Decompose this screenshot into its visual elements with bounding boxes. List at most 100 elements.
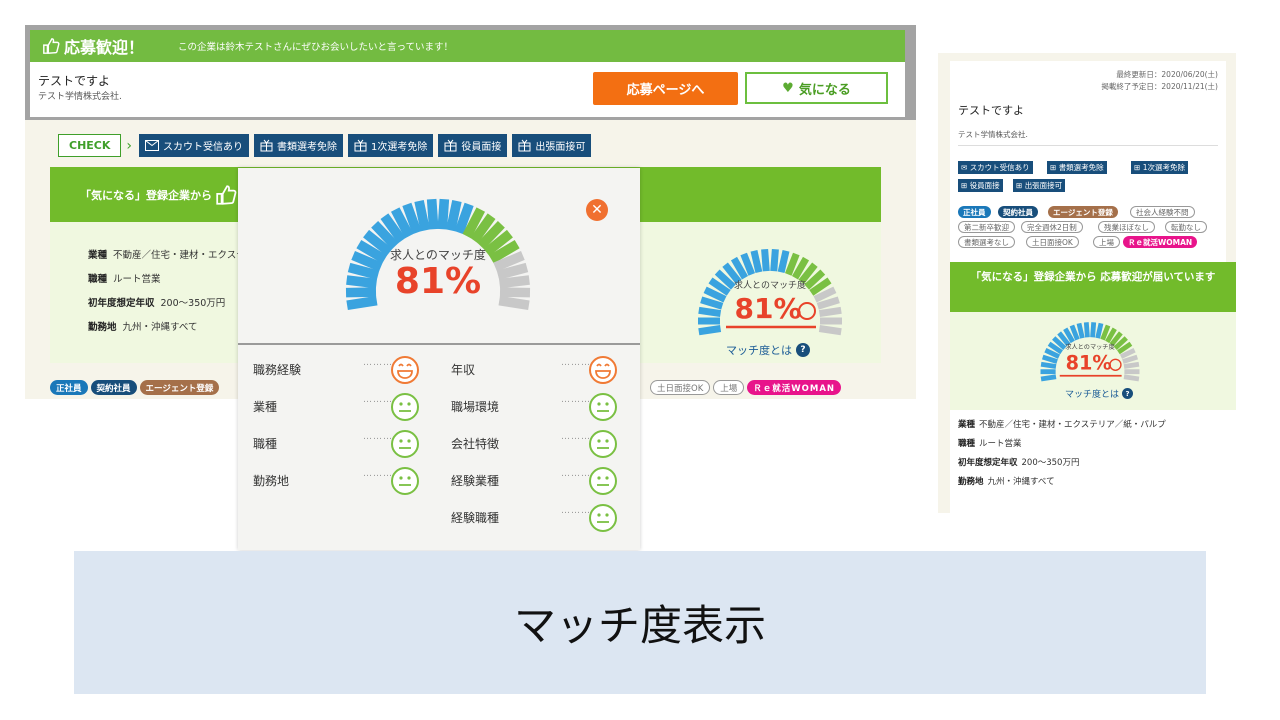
- mobile-company-name: テスト学情株式会社.: [958, 130, 1028, 139]
- mobile-chip: 上場: [1093, 236, 1120, 248]
- chip: 正社員: [50, 380, 88, 395]
- chip: 契約社員: [90, 380, 137, 395]
- job-header: テストですよ テスト学情株式会社. 応募ページへ ♥ 気になる: [30, 62, 905, 117]
- gauge-large-percent: 81%: [394, 261, 482, 302]
- close-icon: ✕: [591, 202, 603, 218]
- slide-caption: マッチ度表示: [74, 551, 1206, 694]
- mobile-job-title: テストですよ: [958, 104, 1024, 117]
- criterion-label: 職種: [253, 437, 278, 451]
- tag-label: 1次選考免除: [371, 142, 428, 153]
- tag-label: 出張面接可: [535, 142, 586, 153]
- gauge-small-percent: 81%: [734, 292, 801, 325]
- mobile-chip: 転勤なし: [1165, 221, 1207, 233]
- criterion-label: 職場環境: [451, 400, 500, 414]
- criterion-label: 会社特徴: [451, 437, 500, 451]
- mobile-chip: 正社員: [958, 206, 991, 218]
- chevron-right-icon: ›: [126, 137, 132, 154]
- chip: Ｒｅ就活WOMAN: [747, 380, 842, 395]
- tag-first-exempt: 1次選考免除: [348, 134, 434, 157]
- condition-chips-right: 土日面接OK 上場 Ｒｅ就活WOMAN: [650, 380, 842, 395]
- info-occupation: 職種 ルート営業: [958, 439, 1022, 449]
- close-button[interactable]: ✕: [586, 199, 608, 221]
- gift-icon: [354, 139, 367, 152]
- updated-date: 最終更新日：2020/06/20(土): [1116, 70, 1218, 79]
- gauge-mobile-percent: 81%: [1066, 352, 1112, 375]
- gauge-segment: [816, 296, 840, 310]
- match-detail-popup: ✕ 求人とのマッチ度 81% 職務経験……… 業種……… 職種……… 勤務地……… 年収…: [238, 168, 640, 550]
- match-gauge-mobile: 求人とのマッチ度 81%: [1040, 322, 1140, 382]
- tag-document-exempt: 書類選考免除: [254, 134, 343, 157]
- neutral-face-icon: [588, 503, 618, 533]
- heart-icon: ♥: [782, 80, 794, 96]
- mobile-match-section: 求人とのマッチ度 81% マッチ度とは ?: [950, 312, 1236, 410]
- favorite-button[interactable]: ♥ 気になる: [745, 72, 888, 104]
- mobile-tag: ✉ スカウト受信あり: [958, 161, 1033, 174]
- divider: [238, 343, 640, 345]
- tag-label: 書類選考免除: [277, 142, 337, 153]
- apply-button[interactable]: 応募ページへ: [593, 72, 738, 105]
- mobile-job-header: 最終更新日：2020/06/20(土) 掲載終了予定日：2020/11/21(土…: [950, 61, 1226, 266]
- favorite-label: 気になる: [798, 82, 851, 98]
- condition-chips: 正社員 契約社員 エージェント登録: [50, 380, 220, 395]
- welcome-title-text: 応募歓迎！: [64, 38, 145, 57]
- match-help-link[interactable]: マッチ度とは ?: [726, 342, 810, 358]
- info-salary: 初年度想定年収 200〜350万円: [88, 298, 226, 309]
- expiry-date: 掲載終了予定日：2020/11/21(土): [1101, 82, 1218, 91]
- gauge-segment: [1041, 354, 1058, 364]
- mobile-match-help-link[interactable]: マッチ度とは ?: [1065, 387, 1134, 400]
- gauge-segment: [1090, 322, 1097, 338]
- laughing-face-icon: [588, 355, 618, 385]
- gauge-segment: [426, 198, 439, 230]
- tag-label: 役員面接: [461, 142, 502, 153]
- neutral-face-icon: [390, 466, 420, 496]
- info-industry: 業種 不動産／住宅・建材・エクステリア／紙・パルプ: [958, 420, 1166, 430]
- gauge-segment: [700, 296, 724, 310]
- criterion-dots: ………: [363, 395, 393, 405]
- mobile-chip: 完全週休2日制: [1021, 221, 1083, 233]
- divider: [958, 145, 1218, 146]
- favorite-notice-text: 「気になる」登録企業から: [80, 188, 212, 202]
- gauge-segment: [1123, 374, 1140, 382]
- mobile-preview: 最終更新日：2020/06/20(土) 掲載終了予定日：2020/11/21(土…: [938, 53, 1236, 513]
- criterion-dots: ………: [561, 432, 591, 442]
- criterion-dots: ………: [363, 432, 393, 442]
- neutral-face-icon: [390, 429, 420, 459]
- gauge-segment: [1122, 354, 1139, 364]
- mobile-chip: Ｒｅ就活WOMAN: [1123, 236, 1198, 248]
- mobile-chip: エージェント登録: [1048, 206, 1118, 218]
- match-help-text: マッチ度とは: [726, 344, 792, 357]
- check-label: CHECK: [58, 134, 122, 157]
- match-help-text: マッチ度とは: [1065, 390, 1120, 400]
- neutral-face-icon: [588, 392, 618, 422]
- laughing-face-icon: [390, 355, 420, 385]
- neutral-face-icon: [588, 466, 618, 496]
- gauge-segment: [414, 199, 430, 232]
- criterion-dots: ………: [363, 469, 393, 479]
- mobile-tag: ⊞ 1次選考免除: [1131, 161, 1188, 174]
- gauge-segment: [750, 250, 763, 274]
- mail-icon: ✉: [961, 163, 968, 172]
- criterion-label: 経験業種: [451, 474, 500, 488]
- gift-icon: [518, 139, 531, 152]
- gift-icon: ⊞: [1050, 163, 1057, 172]
- gift-icon: [444, 139, 457, 152]
- gift-icon: ⊞: [1134, 163, 1141, 172]
- mobile-job-summary: 業種 不動産／住宅・建材・エクステリア／紙・パルプ 職種 ルート営業 初年度想定年収…: [950, 410, 1236, 513]
- gauge-segment: [1076, 322, 1085, 339]
- criterion-dots: ………: [561, 395, 591, 405]
- tag-executive-interview: 役員面接: [438, 134, 508, 157]
- neutral-face-icon: [588, 429, 618, 459]
- check-row: CHECK › スカウト受信あり 書類選考免除 1次選考免除 役員面接 出張面接…: [58, 134, 592, 157]
- gift-icon: ⊞: [961, 181, 968, 190]
- gauge-segment: [1040, 361, 1057, 369]
- mobile-chip: 契約社員: [998, 206, 1038, 218]
- info-occupation: 職種 ルート営業: [88, 274, 161, 285]
- info-location: 勤務地 九州・沖縄すべて: [958, 477, 1055, 487]
- gauge-segment: [777, 250, 790, 274]
- gauge-segment: [1040, 374, 1057, 382]
- job-title: テストですよ: [38, 74, 111, 88]
- gauge-segment: [1095, 322, 1104, 339]
- criterion-dots: ………: [363, 358, 393, 368]
- neutral-face-icon: [390, 392, 420, 422]
- criterion-dots: ………: [561, 506, 591, 516]
